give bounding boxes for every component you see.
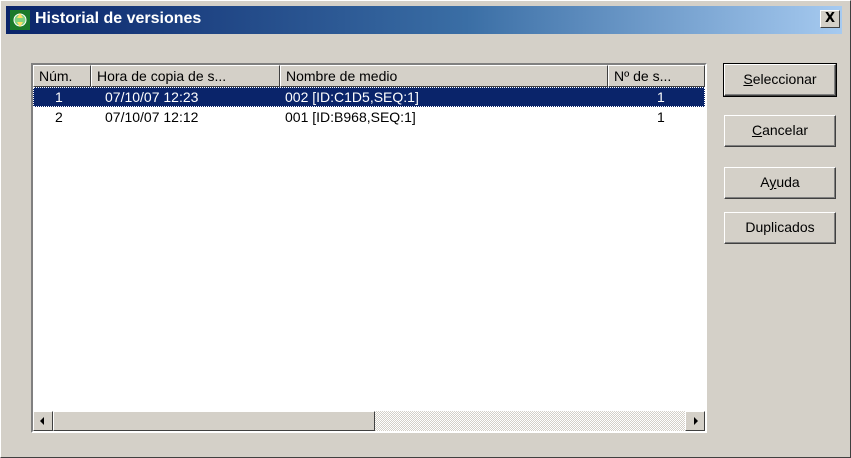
column-header-num[interactable]: Núm. — [33, 65, 91, 87]
scroll-left-button[interactable] — [33, 411, 53, 431]
app-icon — [10, 10, 30, 30]
cancel-button[interactable]: Cancelar — [724, 115, 836, 147]
horizontal-scrollbar[interactable] — [33, 411, 705, 431]
table-row[interactable]: 1 07/10/07 12:23 002 [ID:C1D5,SEQ:1] 1 — [33, 87, 705, 107]
duplicates-button[interactable]: Duplicados — [724, 212, 836, 244]
help-label-post: uda — [776, 174, 800, 190]
version-list[interactable]: Núm. Hora de copia de s... Nombre de med… — [31, 63, 707, 433]
cell-time: 07/10/07 12:12 — [105, 109, 199, 125]
cancel-label-key: C — [751, 122, 763, 138]
select-button[interactable]: Seleccionar — [723, 63, 837, 97]
column-header-media[interactable]: Nombre de medio — [280, 65, 608, 87]
help-label-pre: A — [760, 174, 770, 190]
scroll-right-button[interactable] — [685, 411, 705, 431]
cell-media: 002 [ID:C1D5,SEQ:1] — [285, 89, 419, 105]
close-icon: X — [824, 11, 836, 26]
column-header-seq[interactable]: Nº de s... — [608, 65, 705, 87]
help-button[interactable]: Ayuda — [724, 167, 836, 199]
list-header: Núm. Hora de copia de s... Nombre de med… — [33, 65, 705, 87]
scroll-thumb[interactable] — [53, 411, 375, 431]
select-label-key: S — [743, 71, 753, 87]
close-button[interactable]: X — [820, 10, 840, 28]
cell-time: 07/10/07 12:23 — [105, 89, 199, 105]
cancel-label-post: ancelar — [762, 122, 809, 138]
arrow-right-icon — [694, 417, 698, 425]
cell-seq: 1 — [657, 109, 665, 125]
window-title: Historial de versiones — [35, 10, 202, 27]
dialog-window: Historial de versiones X Núm. Hora de co… — [0, 0, 851, 458]
cell-media: 001 [ID:B968,SEQ:1] — [285, 109, 416, 125]
cell-seq: 1 — [657, 89, 665, 105]
arrow-left-icon — [40, 417, 44, 425]
cell-num: 1 — [55, 89, 63, 105]
duplicates-label: Duplicados — [745, 219, 815, 235]
column-header-time[interactable]: Hora de copia de s... — [91, 65, 280, 87]
select-label-post: eleccionar — [752, 71, 817, 87]
titlebar[interactable]: Historial de versiones X — [6, 6, 842, 34]
table-row[interactable]: 2 07/10/07 12:12 001 [ID:B968,SEQ:1] 1 — [33, 107, 705, 127]
cell-num: 2 — [55, 109, 63, 125]
